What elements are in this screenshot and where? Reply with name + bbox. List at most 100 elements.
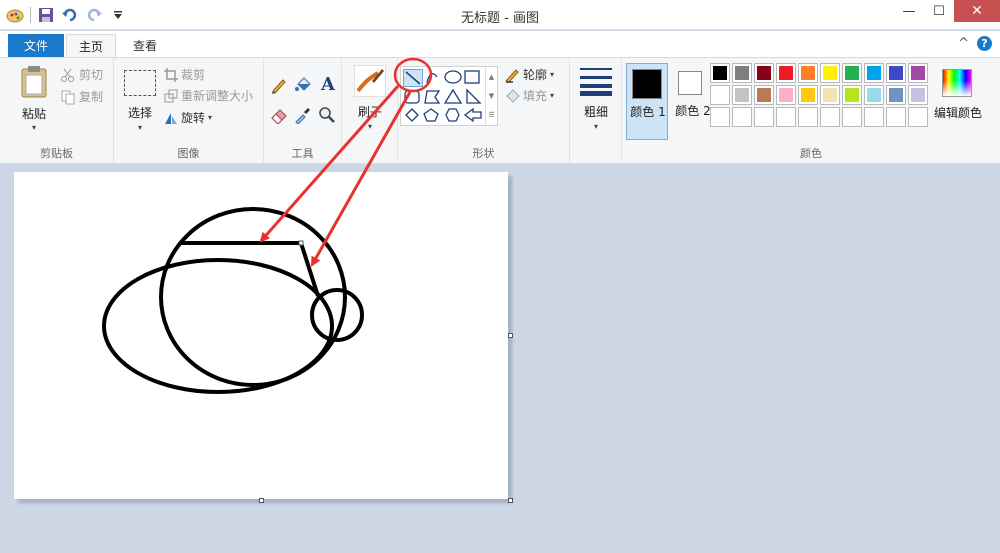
palette-color-swatch[interactable] [798,85,818,105]
edit-colors-button[interactable]: 编辑颜色 [930,63,986,135]
shapes-group-label: 形状 [472,147,495,160]
title-bar: 无标题 - 画图 — ☐ ✕ [0,0,1000,30]
color1-button[interactable]: 颜色 1 [626,63,668,140]
help-button[interactable]: ? [977,36,992,51]
palette-color-swatch[interactable] [732,85,752,105]
palette-empty-swatch[interactable] [732,107,752,127]
palette-color-swatch[interactable] [864,85,884,105]
palette-empty-swatch[interactable] [710,107,730,127]
color1-swatch [632,69,662,99]
line-thickness-icon [580,68,612,96]
palette-color-swatch[interactable] [842,63,862,83]
shapes-gallery-scroll[interactable]: ▲ ▼ ☰ [485,67,497,125]
palette-color-swatch[interactable] [776,85,796,105]
brushes-button[interactable]: 刷子 ▾ [350,63,390,135]
scroll-up-icon[interactable]: ▲ [489,67,494,86]
crop-button[interactable]: 裁剪 [164,66,205,83]
scissors-icon [61,68,74,82]
minimize-button[interactable]: — [894,0,924,22]
copy-button[interactable]: 复制 [60,88,103,105]
color-palette [710,63,932,129]
line-endpoint-handle[interactable] [298,240,304,246]
palette-color-swatch[interactable] [798,63,818,83]
palette-color-swatch[interactable] [908,85,928,105]
palette-empty-swatch[interactable] [798,107,818,127]
image-group: 选择 ▾ 裁剪 重新调整大小 旋转 ▾ 图像 [114,58,264,164]
palette-empty-swatch[interactable] [908,107,928,127]
size-dropdown-icon: ▾ [593,122,598,131]
brushes-label: 刷子 [357,105,382,119]
resize-label: 重新调整大小 [181,89,254,103]
palette-color-swatch[interactable] [754,63,774,83]
close-button[interactable]: ✕ [954,0,1000,22]
edit-colors-label: 编辑颜色 [933,106,982,120]
color2-button[interactable]: 颜色 2 [672,63,714,140]
canvas-resize-handle-right[interactable] [508,333,513,338]
color-picker-tool[interactable] [294,106,314,126]
gallery-more-icon[interactable]: ☰ [488,106,494,125]
palette-empty-swatch[interactable] [886,107,906,127]
cut-button[interactable]: 剪切 [60,66,103,83]
clipboard-group-label: 剪贴板 [40,147,73,160]
scroll-down-icon[interactable]: ▼ [489,86,494,105]
size-group: 粗细 ▾ [570,58,622,164]
paste-button[interactable]: 粘贴 ▾ [14,63,54,135]
size-button[interactable]: 粗细 ▾ [576,63,616,135]
eraser-tool[interactable] [270,106,290,126]
wide-ellipse-drawing [102,258,334,394]
color-spectrum-icon [942,69,972,97]
shapes-group: ▲ ▼ ☰ 轮廓 ▾ 填充 ▾ 形状 [398,58,570,164]
tab-file[interactable]: 文件 [8,34,64,57]
palette-color-swatch[interactable] [820,63,840,83]
fill-shape-icon [506,88,520,103]
palette-color-swatch[interactable] [886,63,906,83]
crop-label: 裁剪 [181,68,206,82]
copy-icon [61,90,75,104]
fill-tool[interactable] [294,76,314,96]
palette-color-swatch[interactable] [710,85,730,105]
paste-icon [21,66,47,98]
fill-button[interactable]: 填充 ▾ [504,87,554,104]
palette-color-swatch[interactable] [864,63,884,83]
pencil-tool[interactable] [270,76,290,96]
tab-view[interactable]: 查看 [120,34,170,57]
text-tool[interactable]: A [318,74,338,96]
palette-empty-swatch[interactable] [842,107,862,127]
drawing-canvas[interactable] [14,172,508,499]
color1-label: 颜色 1 [630,105,666,119]
fill-dropdown-icon: ▾ [550,91,555,100]
palette-color-swatch[interactable] [710,63,730,83]
palette-empty-swatch[interactable] [864,107,884,127]
collapse-ribbon-button[interactable]: ^ [958,36,969,51]
palette-empty-swatch[interactable] [820,107,840,127]
maximize-button[interactable]: ☐ [924,0,954,22]
palette-color-swatch[interactable] [776,63,796,83]
eraser-icon [271,109,287,124]
rotate-button[interactable]: 旋转 ▾ [164,109,212,126]
rotate-icon [165,112,177,124]
polyline-drawing [180,241,320,297]
resize-button[interactable]: 重新调整大小 [164,87,253,104]
palette-color-swatch[interactable] [820,85,840,105]
outline-button[interactable]: 轮廓 ▾ [504,66,554,83]
select-button[interactable]: 选择 ▾ [120,63,160,135]
palette-empty-swatch[interactable] [754,107,774,127]
tab-home[interactable]: 主页 [66,34,116,57]
colors-group: 颜色 1 颜色 2 编辑颜色 颜色 [622,58,1000,164]
clipboard-group: 粘贴 ▾ 剪切 复制 剪贴板 [0,58,114,164]
palette-color-swatch[interactable] [732,63,752,83]
magnifier-icon [319,107,335,123]
palette-color-swatch[interactable] [754,85,774,105]
crop-icon [164,67,178,82]
shape-grid-icon [404,70,482,123]
palette-color-swatch[interactable] [886,85,906,105]
magnifier-tool[interactable] [318,106,338,126]
palette-color-swatch[interactable] [908,63,928,83]
window-title: 无标题 - 画图 [461,11,539,26]
canvas-drawing [102,207,364,394]
canvas-resize-handle-corner[interactable] [508,498,513,503]
palette-color-swatch[interactable] [842,85,862,105]
selection-icon [124,70,156,96]
canvas-resize-handle-bottom[interactable] [259,498,264,503]
palette-empty-swatch[interactable] [776,107,796,127]
